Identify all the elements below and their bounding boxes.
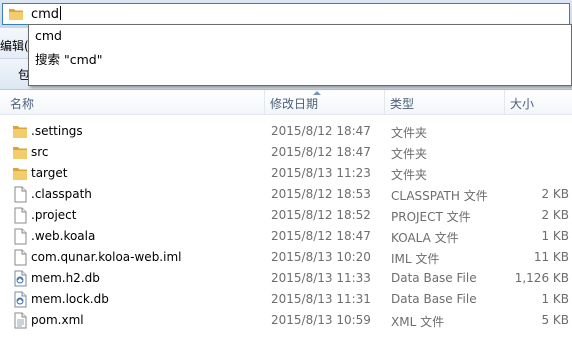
file-name: .classpath (31, 187, 92, 201)
file-type: KOALA 文件 (391, 231, 459, 245)
address-input[interactable]: cmd (2, 3, 570, 25)
file-icon (14, 249, 27, 266)
file-row[interactable]: .project 2015/8/12 18:52 PROJECT 文件 2 KB (0, 205, 572, 226)
autocomplete-search-item[interactable]: 搜索 "cmd" (35, 49, 102, 68)
file-date-modified: 2015/8/12 18:47 (271, 229, 371, 243)
file-name: pom.xml (31, 313, 84, 327)
column-type[interactable]: 类型 (390, 95, 414, 112)
file-name: mem.lock.db (31, 292, 109, 306)
file-date-modified: 2015/8/12 18:47 (271, 145, 371, 159)
file-type: PROJECT 文件 (391, 210, 471, 224)
folder-icon (13, 126, 27, 138)
column-divider[interactable] (504, 90, 505, 114)
file-name: .settings (31, 124, 83, 138)
database-file-icon (14, 270, 27, 287)
folder-icon (9, 9, 23, 20)
file-date-modified: 2015/8/12 18:47 (271, 124, 371, 138)
file-size: 1,126 KB (514, 271, 569, 285)
folder-icon (13, 147, 27, 159)
file-icon (14, 228, 27, 245)
document-icon (14, 312, 27, 329)
file-row[interactable]: pom.xml 2015/8/13 10:59 XML 文件 5 KB (0, 310, 572, 331)
column-divider[interactable] (264, 90, 265, 114)
file-type: IML 文件 (391, 252, 440, 266)
address-text: cmd (31, 6, 62, 22)
file-size: 2 KB (541, 187, 569, 201)
file-row[interactable]: .settings 2015/8/12 18:47 文件夹 (0, 121, 572, 142)
file-name: .project (31, 208, 77, 222)
file-size: 2 KB (541, 208, 569, 222)
file-date-modified: 2015/8/13 11:31 (271, 292, 371, 306)
file-date-modified: 2015/8/13 11:23 (271, 166, 371, 180)
file-name: target (31, 166, 68, 180)
file-row[interactable]: .classpath 2015/8/12 18:53 CLASSPATH 文件 2 K… (0, 184, 572, 205)
column-divider[interactable] (384, 90, 385, 114)
file-type: Data Base File (391, 292, 477, 306)
file-icon (14, 186, 27, 203)
file-date-modified: 2015/8/13 10:59 (271, 313, 371, 327)
database-file-icon (14, 291, 27, 308)
file-size: 1 KB (541, 292, 569, 306)
file-row[interactable]: mem.h2.db 2015/8/13 11:33 Data Base File 1,… (0, 268, 572, 289)
column-size[interactable]: 大小 (510, 95, 534, 112)
file-date-modified: 2015/8/12 18:52 (271, 208, 371, 222)
sort-ascending-icon (313, 91, 321, 95)
file-type: 文件夹 (391, 168, 428, 182)
file-date-modified: 2015/8/13 10:20 (271, 250, 371, 264)
file-row[interactable]: src 2015/8/12 18:47 文件夹 (0, 142, 572, 163)
file-type: XML 文件 (391, 315, 445, 329)
file-date-modified: 2015/8/13 11:33 (271, 271, 371, 285)
file-name: mem.h2.db (31, 271, 100, 285)
file-name: src (31, 145, 49, 159)
file-row[interactable]: com.qunar.koloa-web.iml 2015/8/13 10:20 IM… (0, 247, 572, 268)
file-row[interactable]: target 2015/8/13 11:23 文件夹 (0, 163, 572, 184)
column-header: 名称 修改日期 类型 大小 (0, 90, 572, 115)
column-name[interactable]: 名称 (10, 95, 34, 112)
address-autocomplete-dropdown: cmd 搜索 "cmd" (28, 24, 572, 86)
file-date-modified: 2015/8/12 18:53 (271, 187, 371, 201)
file-type: 文件夹 (391, 126, 428, 140)
file-type: CLASSPATH 文件 (391, 189, 488, 203)
file-name: .web.koala (31, 229, 96, 243)
file-icon (14, 207, 27, 224)
file-type: Data Base File (391, 271, 477, 285)
autocomplete-item[interactable]: cmd (35, 28, 62, 43)
file-size: 5 KB (541, 313, 569, 327)
file-name: com.qunar.koloa-web.iml (31, 250, 182, 264)
file-size: 1 KB (541, 229, 569, 243)
folder-icon (13, 168, 27, 180)
file-row[interactable]: .web.koala 2015/8/12 18:47 KOALA 文件 1 KB (0, 226, 572, 247)
file-row[interactable]: mem.lock.db 2015/8/13 11:31 Data Base File… (0, 289, 572, 310)
file-size: 11 KB (533, 250, 569, 264)
column-date-modified[interactable]: 修改日期 (270, 95, 318, 112)
file-type: 文件夹 (391, 147, 428, 161)
